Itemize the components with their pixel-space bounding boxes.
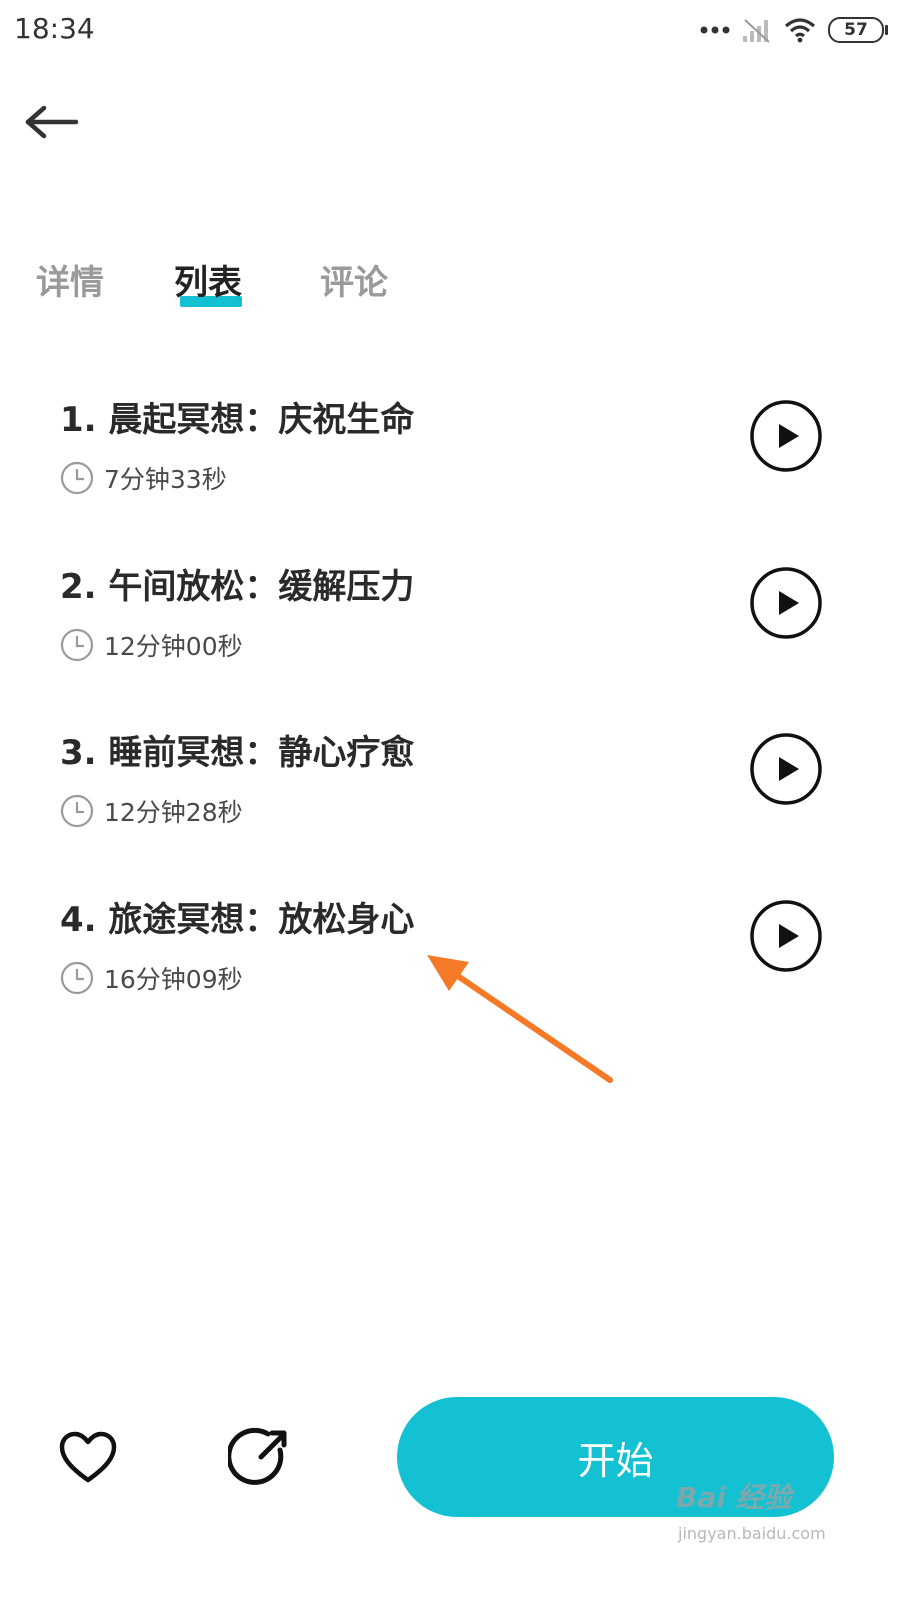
play-icon [750,733,822,805]
track-item[interactable]: 2. 午间放松：缓解压力 12分钟00秒 [0,559,900,699]
heart-icon [59,1431,117,1483]
track-title: 1. 晨起冥想：庆祝生命 [60,400,415,440]
track-duration: 12分钟00秒 [60,627,243,663]
track-item[interactable]: 3. 睡前冥想：静心疗愈 12分钟28秒 [0,725,900,865]
clock-icon [60,961,94,995]
start-button[interactable]: 开始 [397,1397,834,1517]
track-title: 3. 睡前冥想：静心疗愈 [60,733,415,773]
bottom-action-bar: 开始 [0,1380,900,1540]
clock-icon [60,794,94,828]
track-duration: 7分钟33秒 [60,460,227,496]
tab-bar: 详情 列表 评论 [0,255,900,325]
duration-text: 12分钟00秒 [104,632,243,661]
wifi-icon [784,18,816,43]
track-title: 2. 午间放松：缓解压力 [60,567,415,607]
track-duration: 12分钟28秒 [60,793,243,829]
duration-text: 16分钟09秒 [104,965,243,994]
status-time: 18:34 [14,12,95,45]
share-icon [226,1427,287,1485]
play-button[interactable] [750,733,822,805]
tab-list[interactable]: 列表 [174,255,242,304]
more-dots-icon [700,26,730,34]
signal-icon [743,19,770,43]
status-bar: 18:34 57 [0,0,900,60]
track-item[interactable]: 1. 晨起冥想：庆祝生命 7分钟33秒 [0,392,900,532]
tab-details[interactable]: 详情 [36,255,104,304]
battery-icon: 57 [828,17,888,43]
clock-icon [60,628,94,662]
clock-icon [60,461,94,495]
like-button[interactable] [58,1430,118,1486]
track-title: 4. 旅途冥想：放松身心 [60,900,415,940]
play-icon [750,900,822,972]
back-arrow-icon [25,105,79,139]
duration-text: 7分钟33秒 [104,465,227,494]
track-duration: 16分钟09秒 [60,960,243,996]
tab-comments[interactable]: 评论 [320,255,388,304]
play-button[interactable] [750,567,822,639]
back-button[interactable] [20,100,84,148]
track-item[interactable]: 4. 旅途冥想：放松身心 16分钟09秒 [0,892,900,1032]
share-button[interactable] [226,1424,294,1490]
duration-text: 12分钟28秒 [104,798,243,827]
play-icon [750,400,822,472]
play-button[interactable] [750,400,822,472]
play-icon [750,567,822,639]
status-icons: 57 [700,14,888,46]
play-button[interactable] [750,900,822,972]
battery-level: 57 [844,20,868,40]
